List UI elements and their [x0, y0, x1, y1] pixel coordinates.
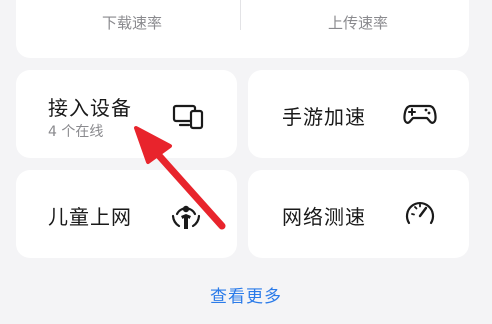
tile-title: 接入设备	[48, 96, 132, 120]
tile-title: 儿童上网	[48, 205, 132, 229]
download-rate-label: 下载速率	[101, 14, 162, 32]
upload-rate-label: 上传速率	[327, 14, 388, 32]
tile-title: 网络测速	[282, 205, 366, 229]
speedometer-icon	[405, 202, 435, 225]
gamepad-icon	[403, 104, 437, 124]
annotation-arrow	[134, 126, 226, 230]
divider	[240, 0, 241, 30]
tile-title: 手游加速	[282, 105, 366, 129]
online-count: 4 个在线	[48, 124, 104, 140]
rate-card: 下载速率 上传速率	[16, 0, 469, 58]
view-more-link[interactable]: 查看更多	[0, 282, 492, 307]
game-boost-tile[interactable]: 手游加速	[248, 70, 469, 158]
speed-test-tile[interactable]: 网络测速	[248, 170, 469, 258]
